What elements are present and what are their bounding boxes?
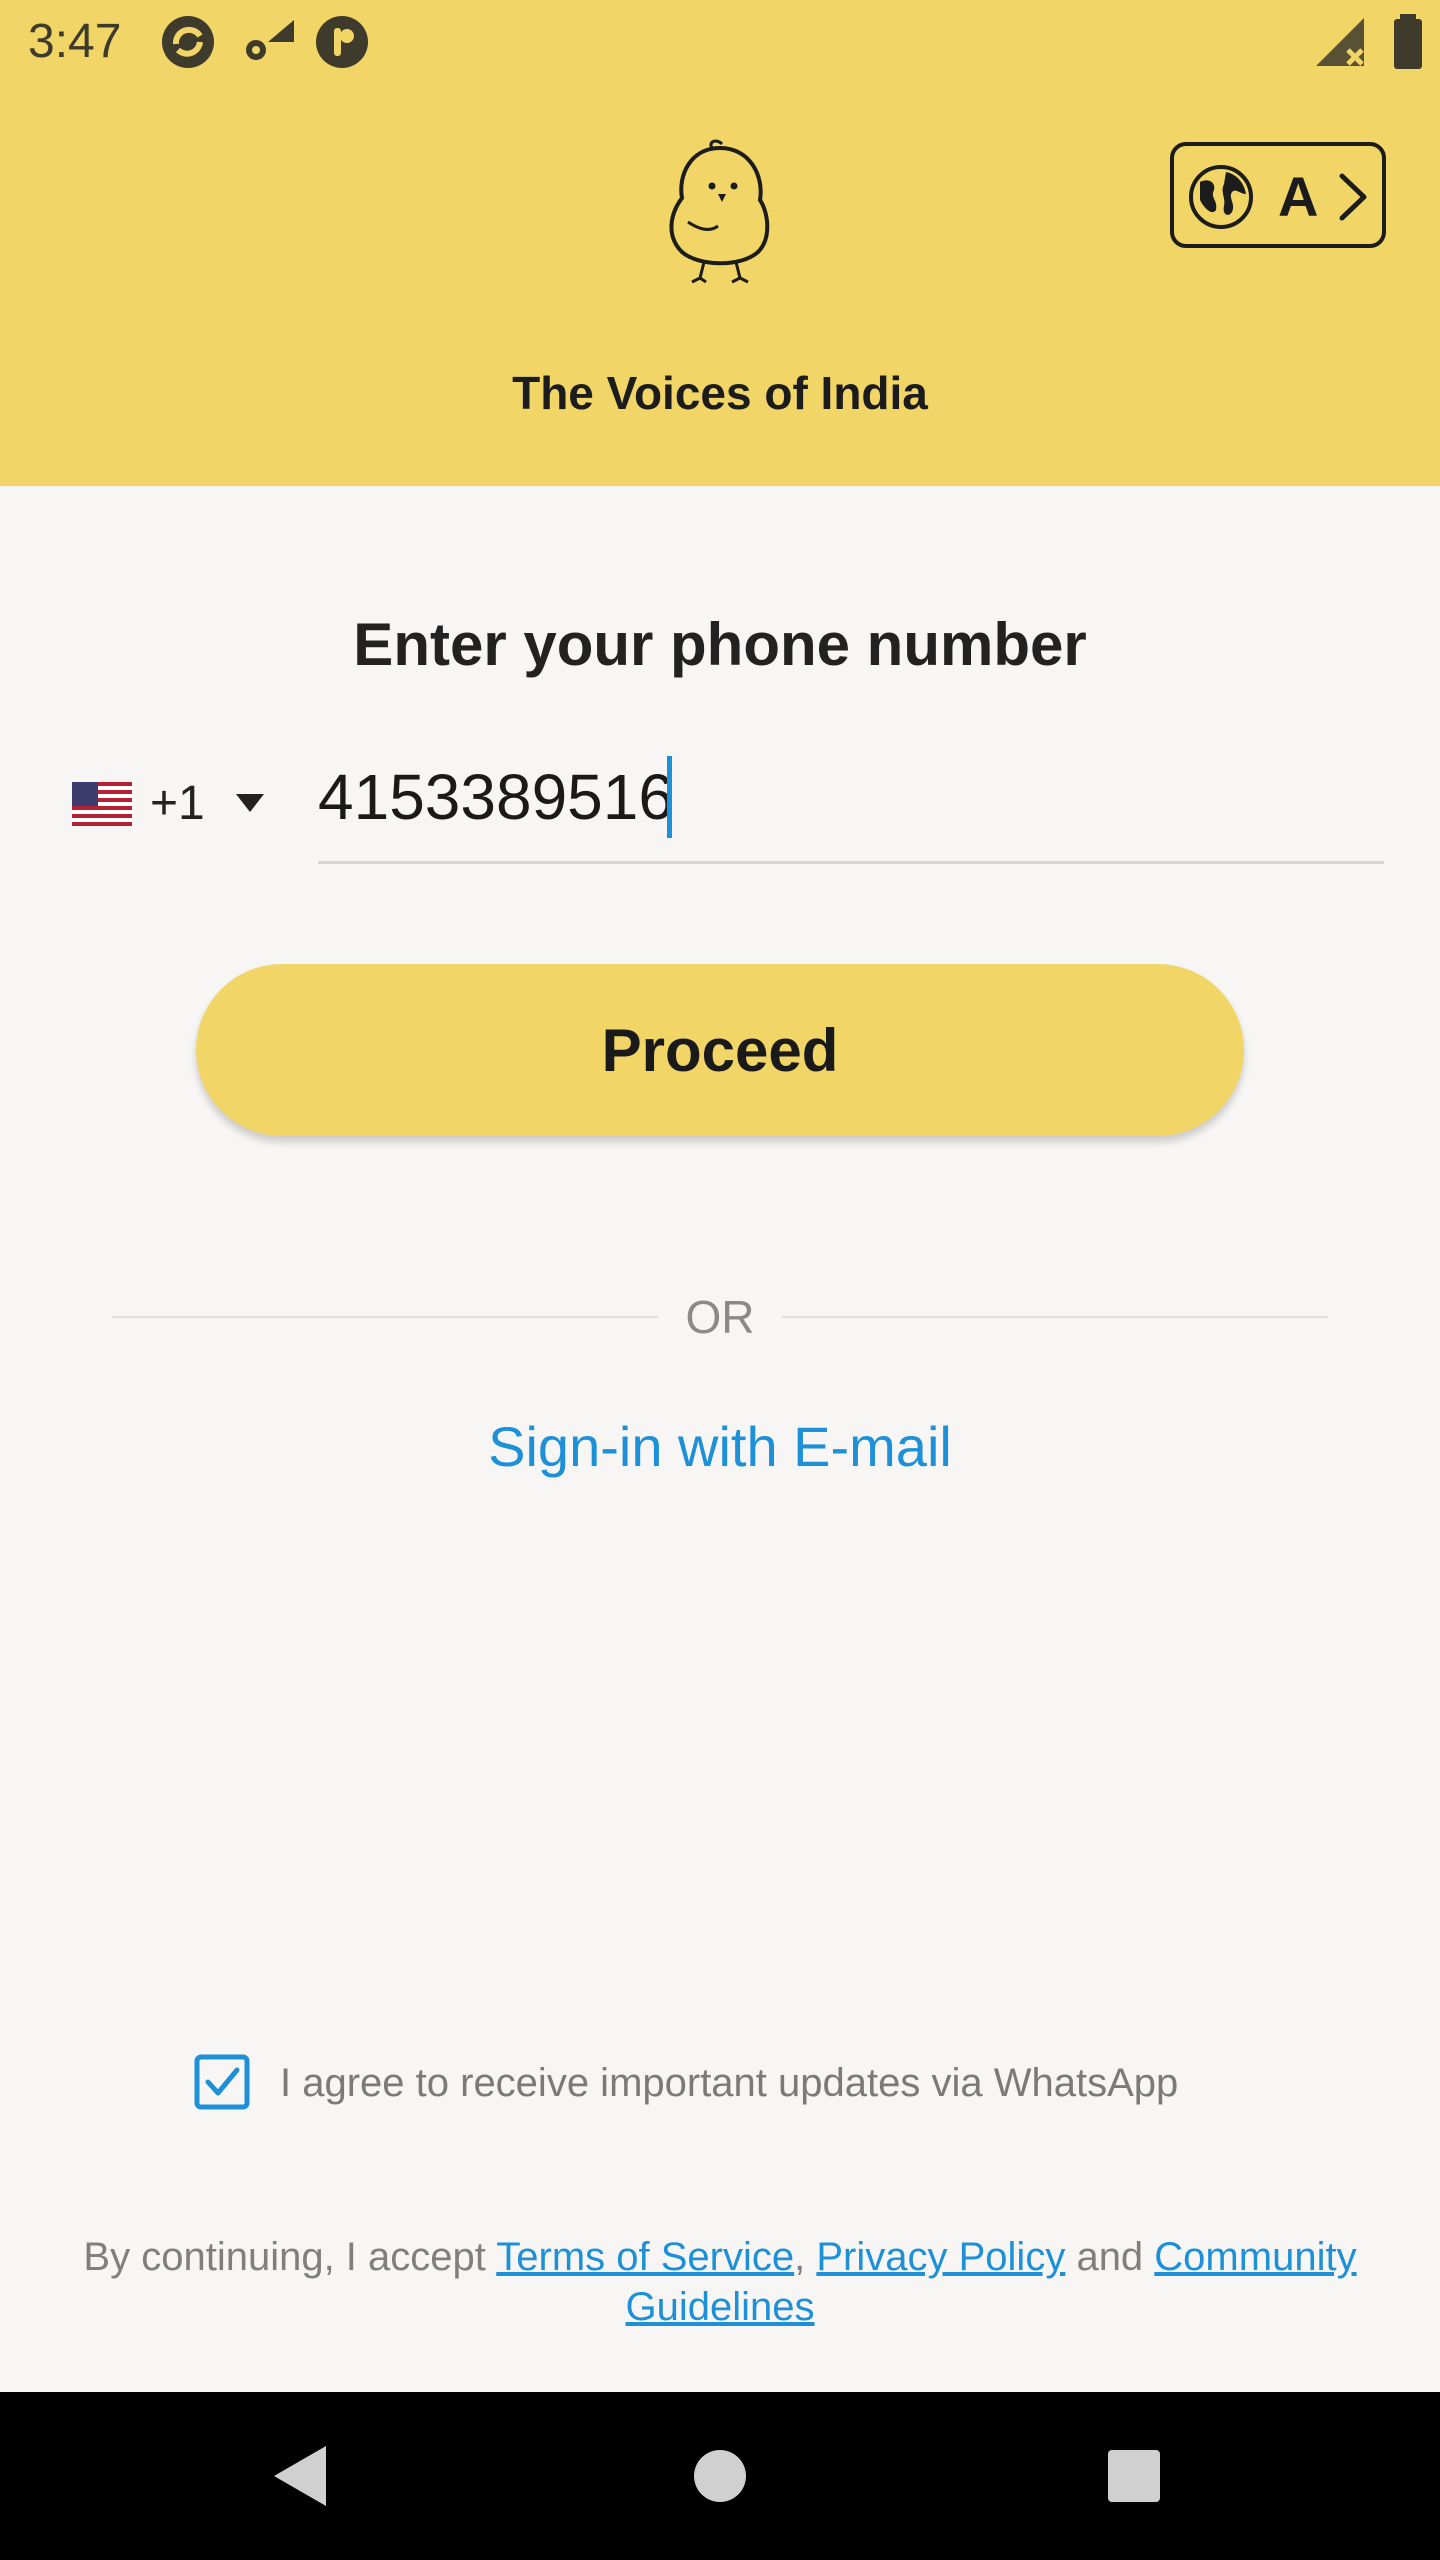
accessibility-icon (316, 16, 368, 68)
text-cursor (667, 756, 672, 838)
system-nav-bar (0, 2392, 1440, 2560)
legal-and: and (1065, 2235, 1155, 2279)
country-code-selector[interactable]: +1 (64, 768, 284, 838)
settings-wifi-icon (246, 20, 294, 60)
language-selector-button[interactable]: A (1170, 142, 1386, 248)
terms-of-service-link[interactable]: Terms of Service (496, 2235, 794, 2279)
status-time: 3:47 (28, 15, 122, 68)
divider-right (782, 1316, 1328, 1318)
battery-icon (1394, 14, 1422, 69)
whatsapp-consent-label: I agree to receive important updates via… (280, 2061, 1179, 2105)
koo-bird-logo (669, 139, 770, 284)
phone-number-input[interactable] (318, 752, 1318, 842)
app-tagline: The Voices of India (512, 367, 928, 419)
privacy-policy-link[interactable]: Privacy Policy (816, 2235, 1065, 2279)
status-bar: 3:47 (0, 0, 1440, 84)
page-title: Enter your phone number (353, 611, 1087, 678)
phone-number-field (318, 740, 1384, 864)
legal-notice: By continuing, I accept Terms of Service… (40, 2232, 1400, 2332)
dropdown-caret-icon (236, 794, 264, 812)
chevron-right-icon (1339, 173, 1367, 221)
recents-icon[interactable] (1094, 2436, 1174, 2516)
home-icon[interactable] (680, 2436, 760, 2516)
proceed-button[interactable]: Proceed (196, 964, 1244, 1136)
legal-comma: , (794, 2235, 817, 2279)
globe-icon (1189, 165, 1253, 229)
country-code: +1 (150, 777, 205, 830)
back-icon[interactable] (260, 2436, 340, 2516)
no-signal-icon (1316, 18, 1364, 66)
divider-left (112, 1316, 658, 1318)
whatsapp-consent-checkbox[interactable] (194, 2054, 250, 2110)
sync-icon (162, 16, 214, 68)
email-signin-link[interactable]: Sign-in with E-mail (0, 1414, 1440, 1480)
or-divider-label: OR (685, 1291, 755, 1343)
legal-prefix: By continuing, I accept (83, 2235, 497, 2279)
us-flag-icon (72, 782, 132, 826)
language-letter: A (1278, 165, 1319, 228)
app-header: A The Voices of India (0, 84, 1440, 486)
